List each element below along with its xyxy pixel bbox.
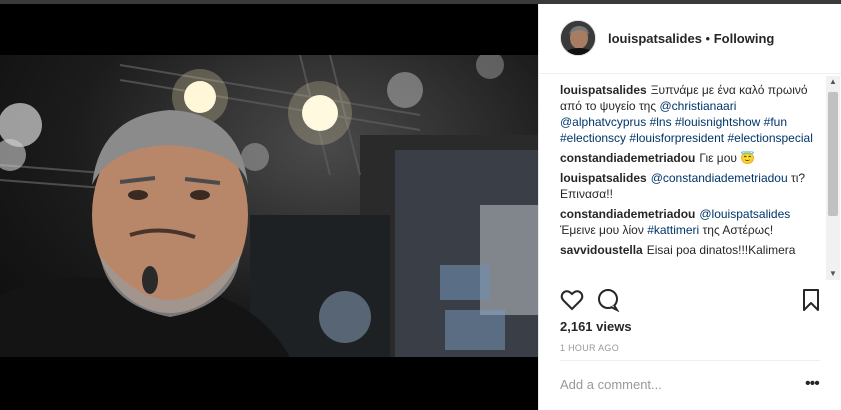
scroll-down-arrow-icon[interactable]: ▼	[826, 268, 840, 280]
scroll-up-arrow-icon[interactable]: ▲	[826, 76, 840, 88]
mention-link[interactable]: @constandiademetriadou	[651, 171, 788, 185]
comments-scrollbar[interactable]: ▲ ▼	[826, 76, 840, 280]
views-count[interactable]: 2,161 views	[560, 319, 632, 334]
following-button[interactable]: Following	[714, 31, 775, 46]
speech-bubble-icon	[598, 289, 620, 313]
comment-item: constandiademetriadou Γιε μου 😇	[560, 150, 825, 166]
add-comment-input[interactable]: Add a comment...	[560, 377, 662, 392]
mention-link[interactable]: @alphatvcyprus	[560, 115, 646, 129]
comment-item: louispatsalides @constandiademetriadou τι…	[560, 170, 825, 202]
heart-icon	[560, 290, 584, 311]
comment-item: constandiademetriadou @louispatsalides Έμ…	[560, 206, 825, 238]
video-frame	[0, 55, 538, 357]
scrollbar-thumb[interactable]	[828, 92, 838, 216]
post-details-panel: louispatsalides • Following louispatsali…	[538, 4, 841, 410]
comment-button[interactable]	[596, 288, 622, 314]
mention-link[interactable]: @louispatsalides	[699, 207, 790, 221]
comment-text: Γιε μου 😇	[699, 151, 756, 165]
hashtag-link[interactable]: #kattimeri	[647, 223, 699, 237]
hashtag-link[interactable]: #louisforpresident	[629, 131, 724, 145]
comment-username[interactable]: constandiademetriadou	[560, 207, 695, 221]
hashtag-link[interactable]: #electionscy	[560, 131, 626, 145]
comment-item: louispatsalides Ξυπνάμε με ένα καλό πρωιν…	[560, 82, 825, 146]
comment-item: savvidoustella Eisai poa dinatos!!!Kalime…	[560, 242, 825, 258]
post-header: louispatsalides • Following	[539, 4, 841, 74]
hashtag-link[interactable]: #electionspecial	[727, 131, 812, 145]
mention-link[interactable]: @christianaari	[659, 99, 736, 113]
like-button[interactable]	[560, 288, 586, 314]
comment-text: της Αστέρως!	[699, 223, 774, 237]
post-actions	[560, 288, 824, 314]
hashtag-link[interactable]: #lns	[650, 115, 672, 129]
comment-text: Eisai poa dinatos!!!Kalimera	[646, 243, 796, 257]
comment-username[interactable]: constandiademetriadou	[560, 151, 695, 165]
hashtag-link[interactable]: #louisnightshow	[675, 115, 760, 129]
post-header-text: louispatsalides • Following	[608, 31, 774, 46]
post-media	[0, 4, 538, 410]
bookmark-icon	[803, 289, 819, 311]
comment-username[interactable]: savvidoustella	[560, 243, 643, 257]
avatar[interactable]	[560, 20, 596, 56]
comments-list: louispatsalides Ξυπνάμε με ένα καλό πρωιν…	[560, 82, 825, 280]
hashtag-link[interactable]: #fun	[764, 115, 787, 129]
comment-username[interactable]: louispatsalides	[560, 83, 647, 97]
more-options-icon[interactable]: •••	[805, 376, 820, 392]
comment-username[interactable]: louispatsalides	[560, 171, 647, 185]
post-timestamp: 1 HOUR AGO	[560, 343, 620, 353]
avatar-image	[561, 21, 595, 55]
save-button[interactable]	[799, 288, 825, 314]
video-player[interactable]	[0, 55, 538, 357]
divider	[560, 360, 820, 361]
post-username[interactable]: louispatsalides	[608, 31, 702, 46]
comment-text: Έμεινε μου λίον	[560, 223, 648, 237]
header-separator: •	[701, 31, 714, 46]
